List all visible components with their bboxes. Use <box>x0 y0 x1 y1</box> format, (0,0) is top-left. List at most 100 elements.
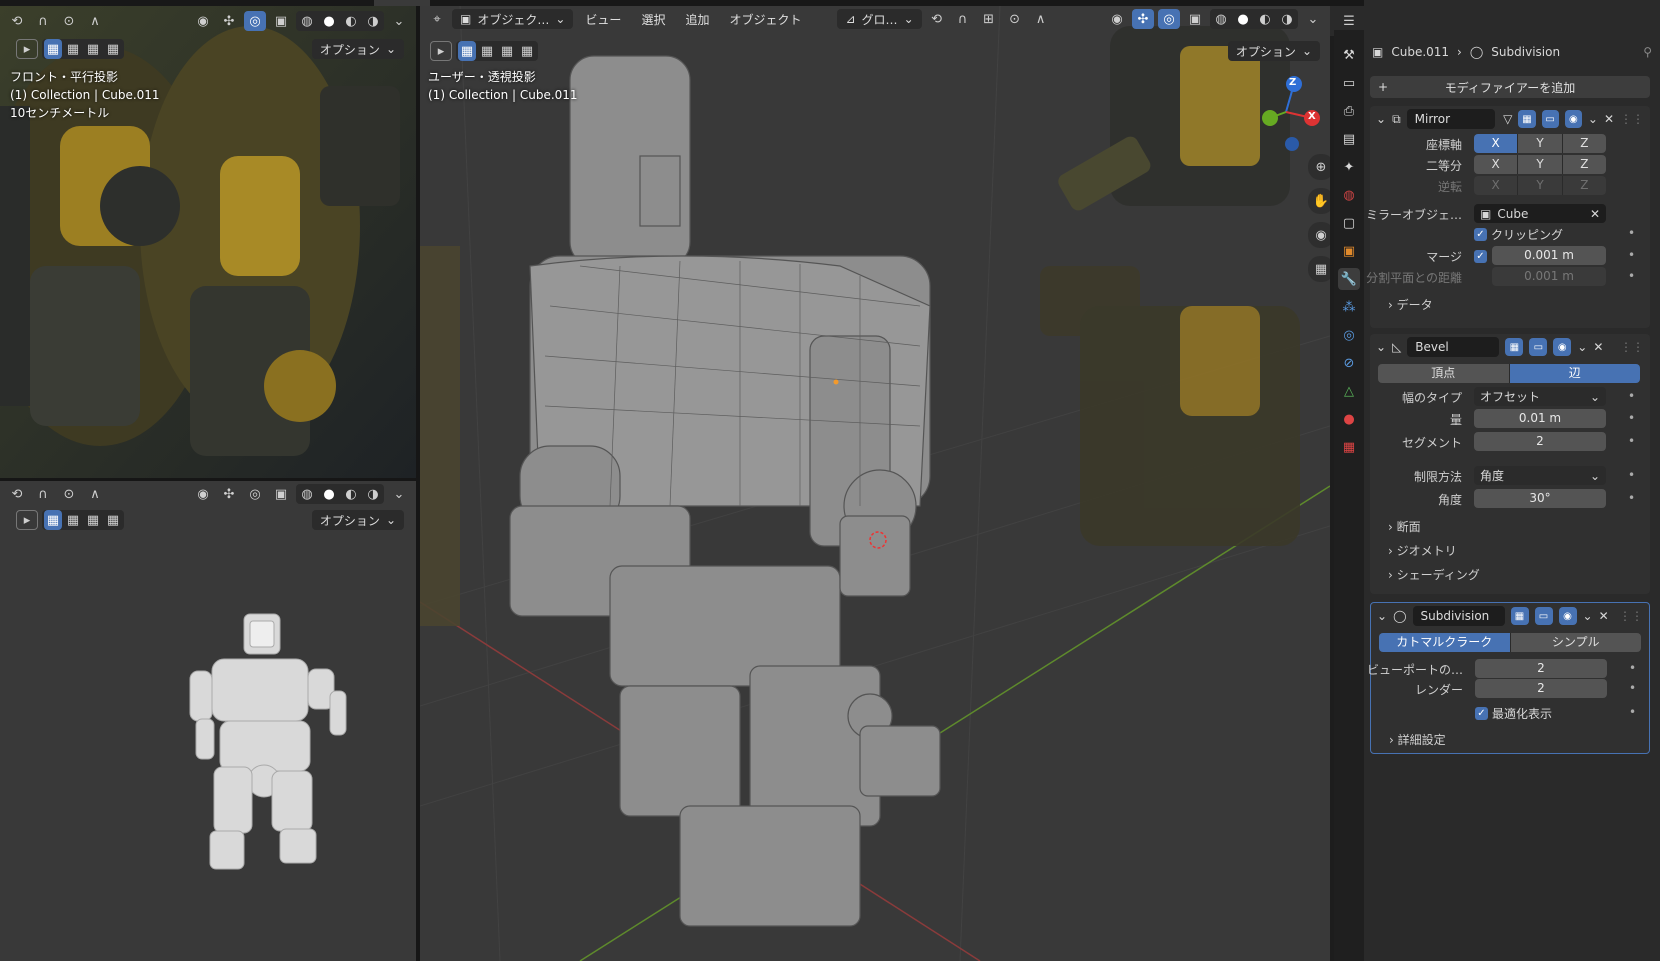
edges-toggle[interactable]: 辺 <box>1509 364 1640 383</box>
flip-y-toggle[interactable]: Y <box>1518 176 1563 195</box>
constraints-tab-icon[interactable]: ⊘ <box>1338 352 1360 374</box>
keyframe-dot-icon[interactable]: • <box>1628 468 1635 482</box>
drag-handle-icon[interactable]: ⋮⋮ <box>1620 112 1644 126</box>
viewport-toggle-icon[interactable]: ▭ <box>1529 338 1548 356</box>
snap-icon[interactable]: ∩ <box>32 484 54 504</box>
keyframe-dot-icon[interactable]: • <box>1628 248 1635 262</box>
zoom-icon[interactable]: ⊕ <box>1308 154 1330 180</box>
select-subtract-icon[interactable]: ▦ <box>498 41 516 61</box>
menu-add[interactable]: 追加 <box>677 11 717 28</box>
chevron-down-icon[interactable]: ⌄ <box>1588 112 1598 126</box>
catmull-clark-toggle[interactable]: カトマルクラーク <box>1379 633 1511 652</box>
drag-handle-icon[interactable]: ⋮⋮ <box>1620 340 1644 354</box>
simple-toggle[interactable]: シンプル <box>1510 633 1641 652</box>
gizmo-icon[interactable]: ✣ <box>1132 9 1154 29</box>
angle-field[interactable]: 30° <box>1474 489 1606 508</box>
proportional-icon[interactable]: ⊙ <box>1004 9 1026 29</box>
wireframe-shading-icon[interactable]: ◍ <box>296 484 318 504</box>
pan-hand-icon[interactable]: ✋ <box>1308 188 1330 214</box>
overlay-icon[interactable]: ◎ <box>1158 9 1180 29</box>
width-type-dropdown[interactable]: オフセット ⌄ <box>1474 387 1606 406</box>
camera-icon[interactable]: ◉ <box>1308 222 1330 248</box>
bisect-y-toggle[interactable]: Y <box>1518 155 1563 174</box>
snap-icon[interactable]: ∩ <box>952 9 974 29</box>
data-subpanel[interactable]: › データ <box>1388 296 1433 313</box>
select-tool-icon[interactable]: ▸ <box>16 510 38 530</box>
xray-icon[interactable]: ▣ <box>270 484 292 504</box>
merge-distance-field[interactable]: 0.001 m <box>1492 246 1606 265</box>
viewport-toggle-icon[interactable]: ▭ <box>1541 110 1559 128</box>
close-icon[interactable]: ✕ <box>1604 112 1614 126</box>
axis-z-toggle[interactable]: Z <box>1562 134 1606 153</box>
render-tab-icon[interactable]: ▭ <box>1338 72 1360 94</box>
chevron-down-icon[interactable]: ⌄ <box>388 11 410 31</box>
keyframe-dot-icon[interactable]: • <box>1629 681 1636 695</box>
editmode-toggle-icon[interactable]: ▦ <box>1518 110 1536 128</box>
transform-pivot-icon[interactable]: ⟲ <box>6 484 28 504</box>
select-subtract-icon[interactable]: ▦ <box>84 510 102 530</box>
gizmo-icon[interactable]: ✣ <box>218 11 240 31</box>
overlay-icon[interactable]: ◎ <box>244 484 266 504</box>
clear-icon[interactable]: ✕ <box>1590 207 1600 221</box>
on-cage-icon[interactable]: ▽ <box>1503 112 1512 126</box>
select-intersect-icon[interactable]: ▦ <box>104 39 122 59</box>
chevron-down-icon[interactable]: ⌄ <box>388 484 410 504</box>
options-dropdown[interactable]: オプション ⌄ <box>311 39 404 59</box>
select-extend-icon[interactable]: ▦ <box>64 510 82 530</box>
keyframe-dot-icon[interactable]: • <box>1629 705 1636 719</box>
wireframe-shading-icon[interactable]: ◍ <box>296 11 318 31</box>
editmode-toggle-icon[interactable]: ▦ <box>1505 338 1524 356</box>
physics-tab-icon[interactable]: ◎ <box>1338 324 1360 346</box>
bisect-x-toggle[interactable]: X <box>1474 155 1519 174</box>
left-bottom-viewport[interactable]: ⟲ ∩ ⊙ ∧ ◉ ✣ ◎ ▣ ◍ ● ◐ ◑ ⌄ ▸ ▦ ▦ ▦ ▦ オプショ… <box>0 481 416 961</box>
mirror-name-field[interactable]: Mirror <box>1406 109 1496 129</box>
select-new-icon[interactable]: ▦ <box>44 39 62 59</box>
falloff-icon[interactable]: ∧ <box>84 484 106 504</box>
select-new-icon[interactable]: ▦ <box>458 41 476 61</box>
editmode-toggle-icon[interactable]: ▦ <box>1510 607 1529 625</box>
add-modifier-button[interactable]: + モディファイアーを追加 <box>1370 76 1650 98</box>
wireframe-shading-icon[interactable]: ◍ <box>1210 9 1232 29</box>
viewport-toggle-icon[interactable]: ▭ <box>1534 607 1553 625</box>
select-new-icon[interactable]: ▦ <box>44 510 62 530</box>
geometry-subpanel[interactable]: › ジオメトリ <box>1388 542 1457 559</box>
grid-icon[interactable]: ▦ <box>1308 256 1330 282</box>
close-icon[interactable]: ✕ <box>1599 609 1609 623</box>
tool-tab-icon[interactable]: ⚒ <box>1338 44 1360 66</box>
proportional-icon[interactable]: ⊙ <box>58 11 80 31</box>
select-intersect-icon[interactable]: ▦ <box>104 510 122 530</box>
rendered-shading-icon[interactable]: ◑ <box>362 484 384 504</box>
visibility-icon[interactable]: ◉ <box>1106 9 1128 29</box>
solid-shading-icon[interactable]: ● <box>318 484 340 504</box>
proportional-icon[interactable]: ⊙ <box>58 484 80 504</box>
editor-type-icon[interactable]: ⌖ <box>426 9 448 29</box>
select-extend-icon[interactable]: ▦ <box>64 39 82 59</box>
chevron-down-icon[interactable]: ⌄ <box>1302 9 1324 29</box>
render-toggle-icon[interactable]: ◉ <box>1553 338 1572 356</box>
left-top-viewport[interactable]: ⟲ ∩ ⊙ ∧ ◉ ✣ ◎ ▣ ◍ ● ◐ ◑ ⌄ ▸ ▦ ▦ ▦ ▦ オプショ… <box>0 6 416 478</box>
select-subtract-icon[interactable]: ▦ <box>84 39 102 59</box>
mode-dropdown[interactable]: ▣ オブジェク… ⌄ <box>452 9 574 29</box>
render-toggle-icon[interactable]: ◉ <box>1558 607 1577 625</box>
pivot-icon[interactable]: ⟲ <box>926 9 948 29</box>
bisect-distance-field[interactable]: 0.001 m <box>1492 267 1606 286</box>
falloff-icon[interactable]: ∧ <box>84 11 106 31</box>
material-shading-icon[interactable]: ◐ <box>1254 9 1276 29</box>
bevel-name-field[interactable]: Bevel <box>1407 337 1500 357</box>
render-levels-field[interactable]: 2 <box>1475 679 1607 698</box>
keyframe-dot-icon[interactable]: • <box>1629 661 1636 675</box>
select-tool-icon[interactable]: ▸ <box>430 41 452 61</box>
advanced-subpanel[interactable]: › 詳細設定 <box>1389 731 1446 748</box>
overlay-icon[interactable]: ◎ <box>244 11 266 31</box>
keyframe-dot-icon[interactable]: • <box>1628 411 1635 425</box>
transform-pivot-icon[interactable]: ⟲ <box>6 11 28 31</box>
select-intersect-icon[interactable]: ▦ <box>518 41 536 61</box>
select-tool-icon[interactable]: ▸ <box>16 39 38 59</box>
viewport-levels-field[interactable]: 2 <box>1475 659 1607 678</box>
material-shading-icon[interactable]: ◐ <box>340 11 362 31</box>
clipping-checkbox[interactable]: ✓ クリッピング <box>1474 226 1563 243</box>
output-tab-icon[interactable]: ⎙ <box>1338 100 1360 122</box>
collapse-chevron-icon[interactable]: ⌄ <box>1376 340 1386 354</box>
chevron-down-icon[interactable]: ⌄ <box>1577 340 1587 354</box>
solid-shading-icon[interactable]: ● <box>1232 9 1254 29</box>
